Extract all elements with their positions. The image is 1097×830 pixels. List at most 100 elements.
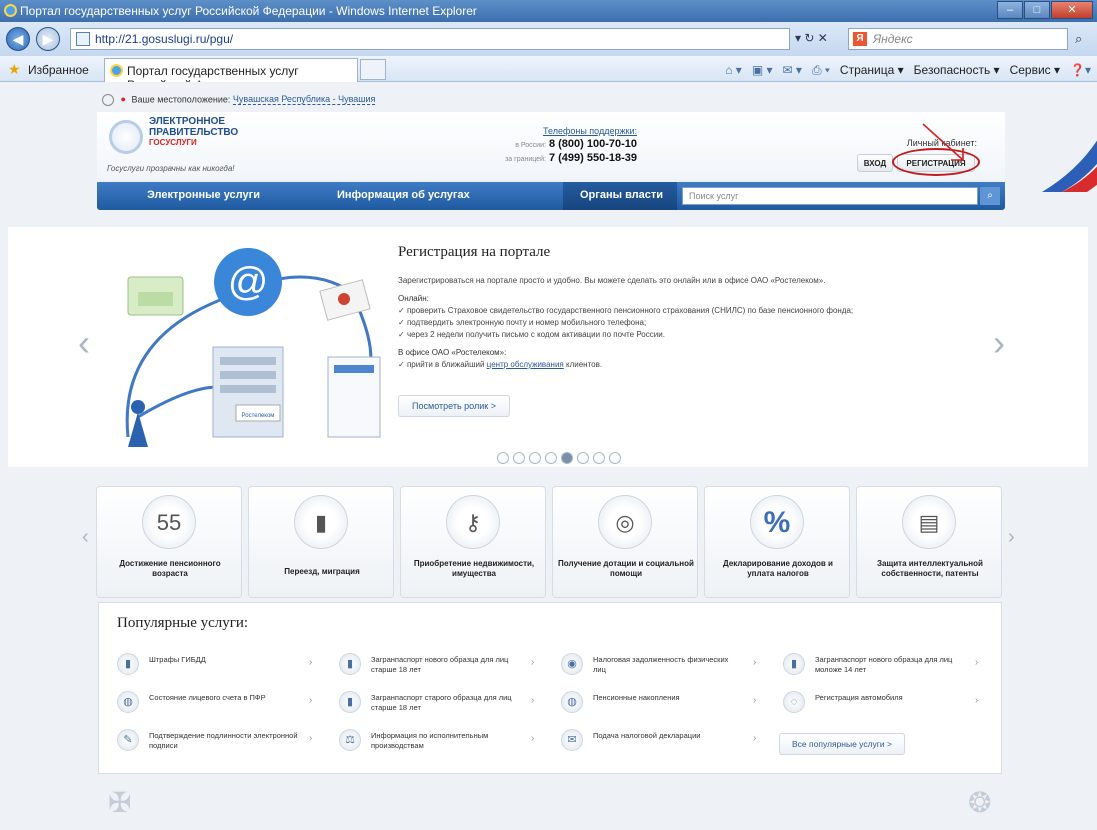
address-bar: ◀ ▶ http://21.gosuslugi.ru/pgu/ ▾ ↻ ✕ Я …: [0, 22, 1097, 56]
carousel-dot[interactable]: [529, 452, 541, 464]
coins-icon: ◉: [561, 653, 583, 675]
lifebuoy-icon: ◎: [598, 495, 652, 549]
home-icon[interactable]: ⌂ ▾: [725, 63, 742, 78]
phone-russia: в России: 8 (800) 100-70-10: [515, 138, 637, 150]
cats-prev-button[interactable]: ‹: [82, 526, 89, 549]
svg-text:@: @: [228, 260, 269, 304]
refresh-stop-icons[interactable]: ▾ ↻ ✕: [795, 31, 828, 45]
help-icon[interactable]: ❓▾: [1070, 63, 1091, 78]
slider-next-button[interactable]: ›: [993, 322, 1005, 364]
maximize-button[interactable]: □: [1024, 1, 1050, 19]
all-popular-button[interactable]: Все популярные услуги >: [779, 733, 905, 755]
location-pin-icon: ●: [120, 94, 126, 105]
footer-decoration: ✠ ❂: [98, 782, 1002, 830]
browser-tab[interactable]: Портал государственных услуг Российской …: [104, 58, 358, 92]
scales-icon: ⚖: [339, 729, 361, 751]
support-title[interactable]: Телефоны поддержки:: [477, 126, 637, 136]
menu-authorities[interactable]: Органы власти: [580, 189, 663, 201]
menu-e-services[interactable]: Электронные услуги: [147, 189, 260, 201]
category-patents[interactable]: ▤ Защита интеллектуальной собственности, …: [856, 486, 1002, 598]
service-center-link[interactable]: центр обслуживания: [487, 360, 564, 369]
slogan: Госуслуги прозрачны как никогда!: [107, 164, 235, 173]
logo-text: ЭЛЕКТРОННОЕ ПРАВИТЕЛЬСТВО: [149, 116, 239, 138]
emblem-icon: [109, 120, 143, 154]
watch-video-button[interactable]: Посмотреть ролик >: [398, 395, 510, 417]
category-social-aid[interactable]: ◎ Получение дотации и социальной помощи: [552, 486, 698, 598]
passport-icon: ▮: [339, 653, 361, 675]
forward-button[interactable]: ▶: [36, 27, 60, 51]
popular-item[interactable]: ◌ Регистрация автомобиля ›: [783, 689, 993, 719]
popular-item[interactable]: ◍ Состояние лицевого счета в ПФР ›: [117, 689, 327, 719]
new-tab-button[interactable]: [360, 59, 386, 80]
tax-declaration-icon: ✉: [561, 729, 583, 751]
browser-search-field[interactable]: Я Яндекс: [848, 28, 1068, 50]
signature-icon: ✎: [117, 729, 139, 751]
page-menu[interactable]: Страница ▾: [840, 63, 904, 78]
online-item: проверить Страховое свидетельство госуда…: [398, 305, 898, 317]
keys-icon: ⚷: [446, 495, 500, 549]
category-taxes[interactable]: % Декларирование доходов и уплата налогов: [704, 486, 850, 598]
online-item: через 2 недели получить письмо с кодом а…: [398, 329, 898, 341]
calendar-55-icon: 55: [142, 495, 196, 549]
feeds-icon[interactable]: ▣ ▾: [752, 63, 773, 78]
pension-icon: ◍: [117, 691, 139, 713]
site-header: ЭЛЕКТРОННОЕ ПРАВИТЕЛЬСТВО ГОСУСЛУГИ Госу…: [97, 112, 1097, 192]
favorites-star-icon[interactable]: ★: [8, 61, 21, 78]
logo-subtitle: ГОСУСЛУГИ: [149, 138, 197, 147]
back-button[interactable]: ◀: [6, 27, 30, 51]
popular-item[interactable]: ▮ Загранпаспорт нового образца для лиц мо…: [783, 651, 993, 681]
carousel-dots: [497, 452, 621, 464]
carousel-dot[interactable]: [513, 452, 525, 464]
coat-of-arms-icon: ✠: [108, 787, 132, 818]
popular-item[interactable]: ◍ Пенсионные накопления ›: [561, 689, 771, 719]
mail-icon[interactable]: ✉ ▾: [783, 63, 802, 78]
phone-abroad: за границей: 7 (499) 550-18-39: [505, 152, 637, 164]
passport-icon: ▮: [783, 653, 805, 675]
service-menu[interactable]: Сервис ▾: [1010, 63, 1060, 78]
carousel-dot[interactable]: [561, 452, 573, 464]
popular-item[interactable]: ▮ Загранпаспорт старого образца для лиц с…: [339, 689, 549, 719]
carousel-dot[interactable]: [609, 452, 621, 464]
menu-service-info[interactable]: Информация об услугах: [337, 189, 470, 201]
category-migration[interactable]: ▮ Переезд, миграция: [248, 486, 394, 598]
promo-slider: ‹ › @ Ростелеком Регистрация на портале: [8, 227, 1088, 467]
category-property[interactable]: ⚷ Приобретение недвижимости, имущества: [400, 486, 546, 598]
popular-item[interactable]: ✎ Подтверждение подлинности электронной п…: [117, 727, 327, 757]
savings-icon: ◍: [561, 691, 583, 713]
carousel-dot[interactable]: [577, 452, 589, 464]
login-button[interactable]: ВХОД: [857, 154, 893, 172]
popular-item[interactable]: ◉ Налоговая задолженность физических лиц ›: [561, 651, 771, 681]
url-text: http://21.gosuslugi.ru/pgu/: [95, 32, 234, 46]
popular-item[interactable]: ▮ Штрафы ГИБДД ›: [117, 651, 327, 681]
certificate-icon: ▤: [902, 495, 956, 549]
popular-item[interactable]: ⚖ Информация по исполнительным производст…: [339, 727, 549, 757]
popular-title: Популярные услуги:: [117, 615, 249, 631]
yandex-icon: Я: [853, 32, 867, 46]
popular-item[interactable]: ▮ Загранпаспорт нового образца для лиц ст…: [339, 651, 549, 681]
popular-item[interactable]: ✉ Подача налоговой декларации ›: [561, 727, 771, 757]
cats-next-button[interactable]: ›: [1008, 526, 1015, 549]
service-search-input[interactable]: Поиск услуг: [682, 187, 978, 205]
minimize-button[interactable]: –: [997, 1, 1023, 19]
annotation-arrow: [922, 123, 964, 161]
search-icon[interactable]: ⌕: [1075, 31, 1082, 47]
favorites-button[interactable]: Избранное: [28, 63, 89, 77]
location-region-link[interactable]: Чувашская Республика - Чувашия: [232, 94, 376, 106]
favorites-bar: ★ Избранное Портал государственных услуг…: [0, 56, 1097, 92]
passport-icon: ▮: [339, 691, 361, 713]
carousel-dot[interactable]: [593, 452, 605, 464]
percent-icon: %: [750, 495, 804, 549]
carousel-dot[interactable]: [545, 452, 557, 464]
site-logo[interactable]: ЭЛЕКТРОННОЕ ПРАВИТЕЛЬСТВО ГОСУСЛУГИ: [107, 116, 238, 166]
url-field[interactable]: http://21.gosuslugi.ru/pgu/: [70, 28, 790, 50]
slider-prev-button[interactable]: ‹: [78, 322, 90, 364]
page-icon: [76, 32, 90, 46]
window-controls: – □ ✕: [996, 1, 1093, 19]
print-icon[interactable]: ⎙ ▾: [812, 63, 830, 78]
tab-ie-icon: [110, 64, 123, 77]
search-button[interactable]: ⌕: [980, 187, 1000, 205]
category-pension[interactable]: 55 Достижение пенсионного возраста: [96, 486, 242, 598]
close-window-button[interactable]: ✕: [1051, 1, 1093, 19]
carousel-dot[interactable]: [497, 452, 509, 464]
security-menu[interactable]: Безопасность ▾: [914, 63, 1000, 78]
